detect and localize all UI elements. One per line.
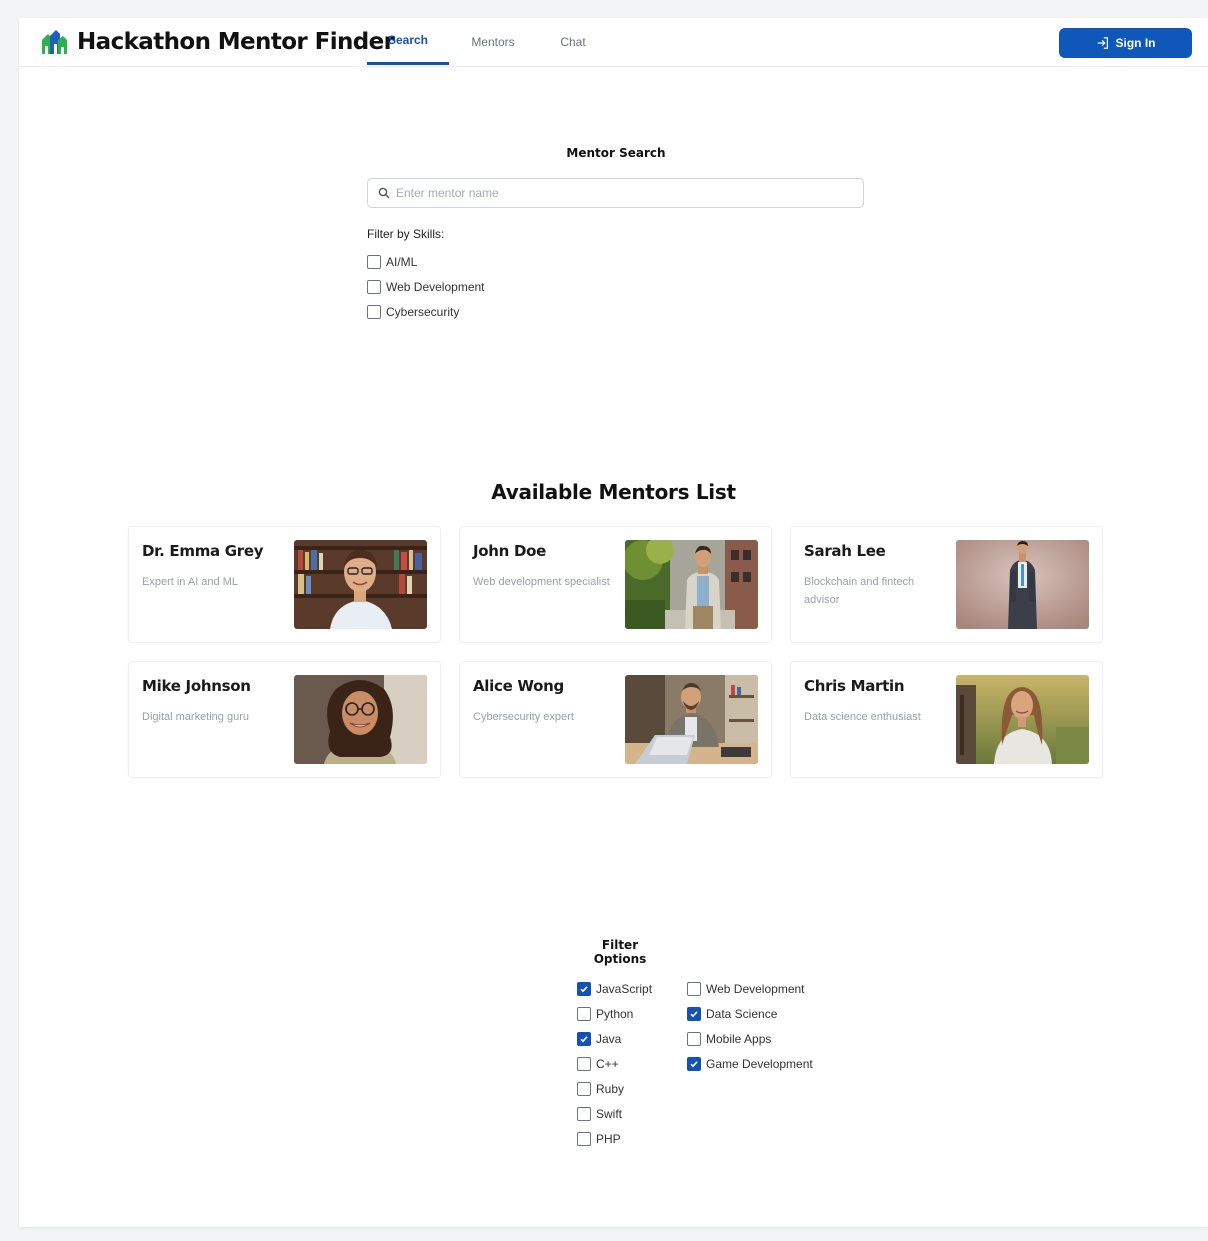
page: Hackathon Mentor Finder Search Mentors C… xyxy=(19,18,1208,1227)
mentor-search-section: Mentor Search Filter by Skills: AI/ML We… xyxy=(367,146,865,324)
checkbox[interactable] xyxy=(687,981,701,996)
filter-checkbox-java[interactable]: Java xyxy=(577,1026,652,1051)
filter-checkbox-web-development[interactable]: Web Development xyxy=(687,976,813,1001)
checkbox[interactable] xyxy=(577,1056,591,1071)
mentor-card[interactable]: John Doe Web development specialist xyxy=(459,526,772,643)
checkbox[interactable] xyxy=(687,1031,701,1046)
filter-label: JavaScript xyxy=(596,981,653,996)
mentor-grid: Dr. Emma Grey Expert in AI and ML John D… xyxy=(128,526,1103,778)
portrait-photo xyxy=(294,540,427,629)
filter-checkbox-mobile-apps[interactable]: Mobile Apps xyxy=(687,1026,813,1051)
mentor-card[interactable]: Mike Johnson Digital marketing guru xyxy=(128,661,441,778)
sign-in-icon xyxy=(1097,37,1108,49)
mentor-name: John Doe xyxy=(473,542,546,560)
filter-label: C++ xyxy=(596,1056,619,1071)
portrait-photo xyxy=(294,675,427,764)
tab-chat[interactable]: Chat xyxy=(537,18,609,65)
filter-options-title: Filter Options xyxy=(593,938,647,966)
top-nav-bar: Hackathon Mentor Finder Search Mentors C… xyxy=(19,18,1208,67)
filter-label: Web Development xyxy=(706,981,805,996)
filter-label: Data Science xyxy=(706,1006,778,1021)
sign-in-label: Sign In xyxy=(1115,36,1156,50)
filter-checkbox-python[interactable]: Python xyxy=(577,1001,652,1026)
portrait-photo xyxy=(956,540,1089,629)
skill-label: Web Development xyxy=(386,279,485,294)
mentor-card[interactable]: Dr. Emma Grey Expert in AI and ML xyxy=(128,526,441,643)
mentor-photo xyxy=(625,675,758,764)
search-box[interactable] xyxy=(367,178,864,208)
checkbox[interactable] xyxy=(687,1006,701,1021)
mentor-description: Blockchain and fintech advisor xyxy=(804,576,915,606)
mentor-photo xyxy=(956,675,1089,764)
checkmark-icon xyxy=(690,1010,698,1017)
mentor-description: Cybersecurity expert xyxy=(473,711,574,723)
mentor-description: Digital marketing guru xyxy=(142,711,249,723)
checkbox[interactable] xyxy=(577,1006,591,1021)
skill-label: Cybersecurity xyxy=(386,304,460,319)
mentor-name: Mike Johnson xyxy=(142,677,251,695)
mentor-name: Alice Wong xyxy=(473,677,564,695)
skill-checkbox-cybersecurity[interactable]: Cybersecurity xyxy=(367,299,865,324)
filter-label: PHP xyxy=(596,1131,621,1146)
filter-checkbox-swift[interactable]: Swift xyxy=(577,1101,652,1126)
mentor-description: Data science enthusiast xyxy=(804,711,921,723)
mentor-card[interactable]: Chris Martin Data science enthusiast xyxy=(790,661,1103,778)
checkbox[interactable] xyxy=(577,1131,591,1146)
mentor-photo xyxy=(625,540,758,629)
skill-label: AI/ML xyxy=(386,254,418,269)
checkbox[interactable] xyxy=(367,304,381,319)
language-filter-column: JavaScript Python Java C++ Ruby Swift PH… xyxy=(577,976,652,1151)
brand-title: Hackathon Mentor Finder xyxy=(77,29,395,55)
checkbox[interactable] xyxy=(367,254,381,269)
available-mentors-title: Available Mentors List xyxy=(491,480,736,504)
checkbox[interactable] xyxy=(367,279,381,294)
checkbox[interactable] xyxy=(577,1106,591,1121)
mentor-description: Web development specialist xyxy=(473,576,610,588)
filter-label: Java xyxy=(596,1031,622,1046)
checkmark-icon xyxy=(690,1060,698,1067)
filter-label: Game Development xyxy=(706,1056,813,1071)
mentor-photo xyxy=(294,675,427,764)
checkbox[interactable] xyxy=(687,1056,701,1071)
checkmark-icon xyxy=(580,985,588,992)
filter-label: Python xyxy=(596,1006,634,1021)
city-logo-icon xyxy=(42,30,67,54)
mentor-photo xyxy=(956,540,1089,629)
filter-checkbox-game-development[interactable]: Game Development xyxy=(687,1051,813,1076)
tab-mentors[interactable]: Mentors xyxy=(449,18,537,65)
mentor-description: Expert in AI and ML xyxy=(142,576,238,588)
filter-checkbox-javascript[interactable]: JavaScript xyxy=(577,976,652,1001)
portrait-photo xyxy=(625,675,758,764)
checkbox[interactable] xyxy=(577,981,591,996)
checkmark-icon xyxy=(580,1035,588,1042)
filter-checkbox-php[interactable]: PHP xyxy=(577,1126,652,1151)
portrait-photo xyxy=(956,675,1089,764)
checkbox[interactable] xyxy=(577,1081,591,1096)
filter-checkbox-ruby[interactable]: Ruby xyxy=(577,1076,652,1101)
mentor-card[interactable]: Sarah Lee Blockchain and fintech advisor xyxy=(790,526,1103,643)
filter-label: Mobile Apps xyxy=(706,1031,772,1046)
mentor-name: Dr. Emma Grey xyxy=(142,542,264,560)
sign-in-button[interactable]: Sign In xyxy=(1059,28,1192,58)
mentor-name-input[interactable] xyxy=(396,186,856,200)
portrait-photo xyxy=(625,540,758,629)
filter-by-skills-label: Filter by Skills: xyxy=(367,227,445,241)
filter-checkbox-cpp[interactable]: C++ xyxy=(577,1051,652,1076)
filter-checkbox-data-science[interactable]: Data Science xyxy=(687,1001,813,1026)
brand[interactable]: Hackathon Mentor Finder xyxy=(40,28,395,56)
mentor-name: Sarah Lee xyxy=(804,542,886,560)
search-icon xyxy=(378,187,390,199)
mentor-photo xyxy=(294,540,427,629)
mentor-search-title: Mentor Search xyxy=(566,146,666,160)
mentor-name: Chris Martin xyxy=(804,677,905,695)
checkbox[interactable] xyxy=(577,1031,591,1046)
tab-search[interactable]: Search xyxy=(367,18,449,65)
area-filter-column: Web Development Data Science Mobile Apps… xyxy=(687,976,813,1076)
filter-label: Swift xyxy=(596,1106,623,1121)
filter-label: Ruby xyxy=(596,1081,625,1096)
mentor-card[interactable]: Alice Wong Cybersecurity expert xyxy=(459,661,772,778)
skill-checkbox-ai-ml[interactable]: AI/ML xyxy=(367,249,865,274)
nav-tabs: Search Mentors Chat xyxy=(367,18,609,67)
skill-checkbox-web-development[interactable]: Web Development xyxy=(367,274,865,299)
